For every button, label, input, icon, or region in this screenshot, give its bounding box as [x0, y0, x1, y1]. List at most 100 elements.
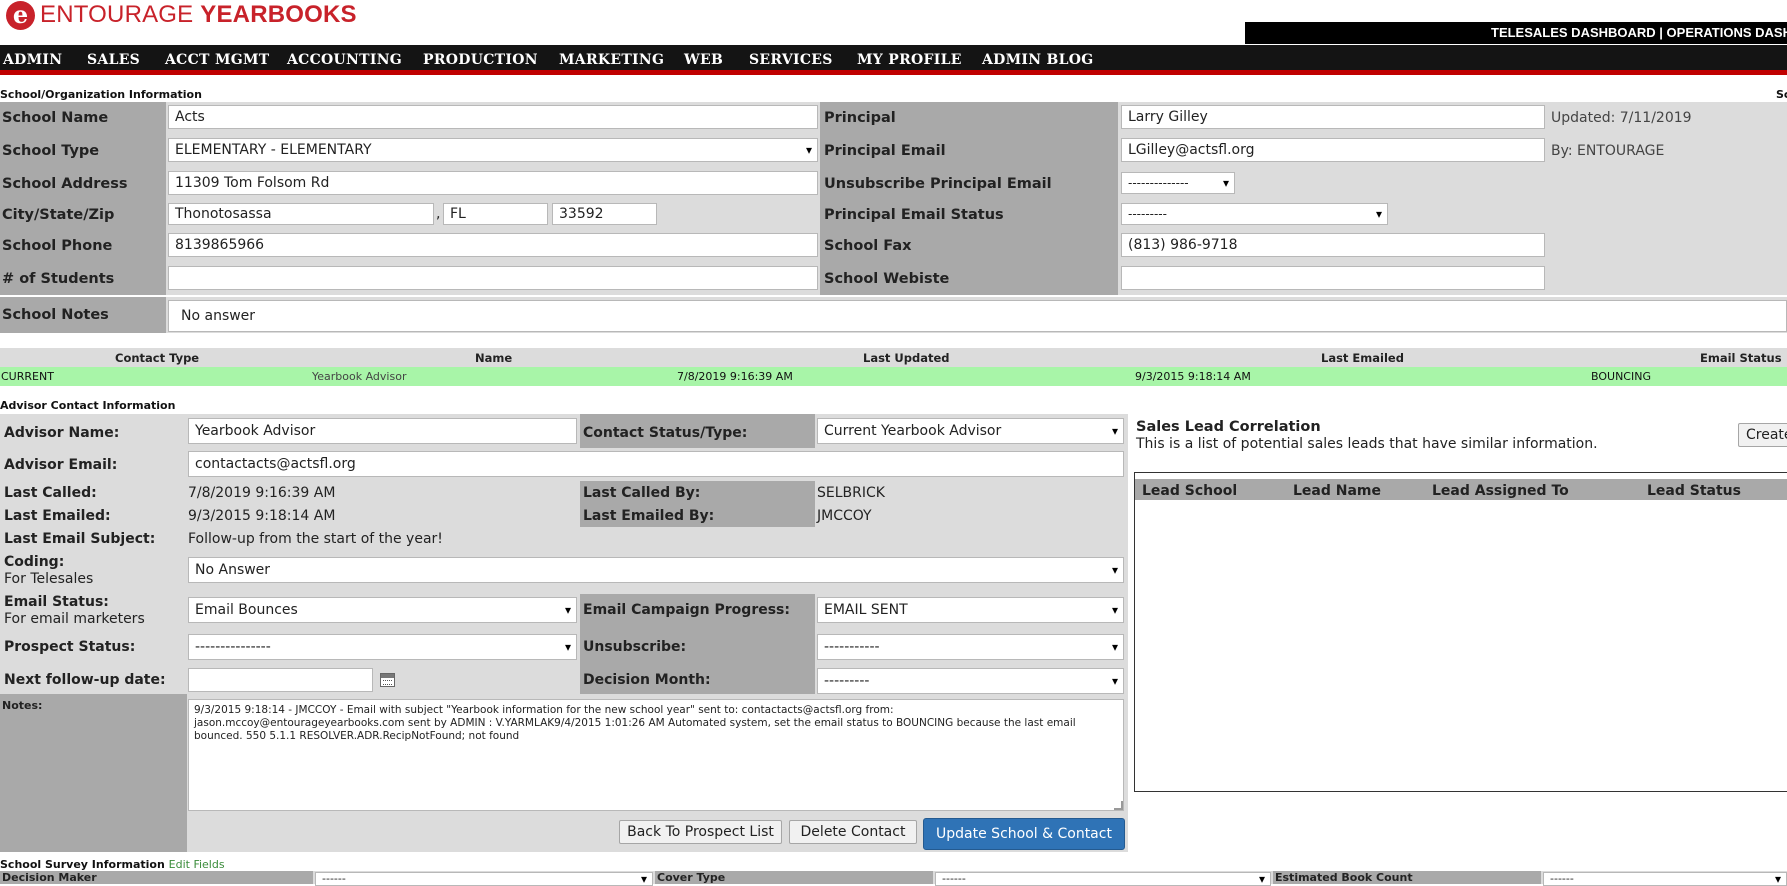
last-emailed-value: 9/3/2015 9:18:14 AM — [188, 508, 336, 524]
top-right-link[interactable]: Lo — [1697, 0, 1709, 3]
unsubscribe-select[interactable]: ----------- — [817, 634, 1124, 660]
principal-email-label: Principal Email — [824, 143, 946, 159]
nav-sales[interactable]: SALES — [87, 45, 140, 75]
prospect-status-label: Prospect Status: — [4, 639, 136, 655]
school-notes-input[interactable]: No answer — [168, 300, 1787, 332]
last-emailed-label: Last Emailed: — [4, 508, 111, 524]
col-lead-name: Lead Name — [1293, 483, 1382, 499]
school-fax-input[interactable]: (813) 986-9718 — [1121, 233, 1545, 257]
contact-status-select[interactable]: Current Yearbook Advisor — [817, 418, 1124, 444]
state-input[interactable]: FL — [443, 203, 548, 225]
advisor-section-title: Advisor Contact Information — [0, 399, 176, 412]
unsubscribe-principal-select[interactable]: -------------- — [1121, 172, 1235, 194]
last-emailed-by-value: JMCCOY — [817, 508, 872, 524]
last-email-subject-value: Follow-up from the start of the year! — [188, 531, 443, 547]
campaign-progress-select[interactable]: EMAIL SENT — [817, 597, 1124, 623]
nav-acct-mgmt[interactable]: ACCT MGMT — [165, 45, 270, 75]
nav-services[interactable]: SERVICES — [749, 45, 833, 75]
last-emailed-by-label: Last Emailed By: — [583, 508, 715, 524]
update-school-contact-button[interactable]: Update School & Contact — [923, 818, 1125, 850]
advisor-name-label: Advisor Name: — [4, 425, 120, 441]
resize-handle-icon[interactable] — [1114, 801, 1123, 810]
sales-lead-title: Sales Lead Correlation — [1136, 419, 1321, 435]
survey-section-title: School Survey Information Edit Fields — [0, 858, 225, 872]
notes-line-3: bounced. 550 5.1.1 RESOLVER.ADR.RecipNot… — [194, 730, 520, 742]
principal-email-status-select[interactable]: --------- — [1121, 203, 1388, 225]
principal-input[interactable]: Larry Gilley — [1121, 105, 1545, 129]
last-called-label: Last Called: — [4, 485, 97, 501]
logo-icon[interactable]: e — [6, 1, 35, 30]
sales-lead-table: Lead School Lead Name Lead Assigned To L… — [1134, 472, 1787, 792]
coding-label: Coding: — [4, 554, 65, 570]
last-called-value: 7/8/2019 9:16:39 AM — [188, 485, 336, 501]
notes-textarea[interactable]: 9/3/2015 9:18:14 - JMCCOY - Email with s… — [188, 699, 1124, 811]
estimated-book-count-label: Estimated Book Count — [1275, 871, 1413, 884]
col-lead-school: Lead School — [1142, 483, 1238, 499]
school-website-input[interactable] — [1121, 266, 1545, 290]
survey-title-text: School Survey Information — [0, 858, 165, 871]
nav-my-profile[interactable]: MY PROFILE — [857, 45, 962, 75]
principal-labels-panel — [820, 102, 1118, 295]
row-email-status: BOUNCING — [1591, 370, 1651, 383]
decision-month-select[interactable]: --------- — [817, 668, 1124, 694]
principal-email-status-label: Principal Email Status — [824, 207, 1004, 223]
last-called-by-label: Last Called By: — [583, 485, 701, 501]
row-last-updated: 7/8/2019 9:16:39 AM — [677, 370, 793, 383]
principal-label: Principal — [824, 110, 896, 126]
nav-web[interactable]: WEB — [684, 45, 723, 75]
nav-admin-blog[interactable]: ADMIN BLOG — [982, 45, 1094, 75]
table-row[interactable]: CURRENT Yearbook Advisor 7/8/2019 9:16:3… — [0, 367, 1787, 386]
calendar-icon[interactable] — [380, 673, 395, 687]
main-nav: ADMIN SALES ACCT MGMT ACCOUNTING PRODUCT… — [0, 45, 1787, 75]
edit-fields-link[interactable]: Edit Fields — [169, 858, 225, 871]
city-input[interactable]: Thonotosassa — [168, 203, 434, 225]
row-name: Yearbook Advisor — [312, 370, 407, 383]
logo-wordmark[interactable]: ENTOURAGE YEARBOOKS — [40, 0, 357, 30]
city-state-zip-label: City/State/Zip — [2, 207, 115, 223]
nav-marketing[interactable]: MARKETING — [559, 45, 664, 75]
email-status-select[interactable]: Email Bounces — [188, 597, 577, 623]
city-state-separator: , — [436, 206, 441, 222]
school-section-title: School/Organization Information — [0, 88, 202, 101]
coding-select[interactable]: No Answer — [188, 557, 1124, 583]
notes-line-1: 9/3/2015 9:18:14 - JMCCOY - Email with s… — [194, 704, 894, 716]
prospect-status-select[interactable]: --------------- — [188, 634, 577, 660]
delete-contact-button[interactable]: Delete Contact — [789, 820, 917, 844]
col-email-status: Email Status — [1700, 351, 1782, 365]
school-address-input[interactable]: 11309 Tom Folsom Rd — [168, 171, 818, 195]
notes-label: Notes: — [2, 699, 43, 712]
students-input[interactable] — [168, 266, 818, 290]
logo-name-a: ENTOURAGE — [40, 1, 194, 28]
create-lead-button[interactable]: Create — [1738, 423, 1787, 447]
unsubscribe-label: Unsubscribe: — [583, 639, 687, 655]
email-status-sub-label: For email marketers — [4, 611, 145, 627]
contact-status-label: Contact Status/Type: — [583, 425, 748, 441]
nav-accounting[interactable]: ACCOUNTING — [287, 45, 402, 75]
back-to-prospect-list-button[interactable]: Back To Prospect List — [619, 820, 782, 844]
next-followup-label: Next follow-up date: — [4, 672, 166, 688]
principal-email-input[interactable]: LGilley@actsfl.org — [1121, 138, 1545, 162]
school-website-label: School Webiste — [824, 271, 950, 287]
coding-sub-label: For Telesales — [4, 571, 94, 587]
school-type-select[interactable]: ELEMENTARY - ELEMENTARY — [168, 138, 818, 162]
row-last-emailed: 9/3/2015 9:18:14 AM — [1135, 370, 1251, 383]
col-lead-status: Lead Status — [1647, 483, 1741, 499]
school-address-label: School Address — [2, 176, 128, 192]
next-followup-input[interactable] — [188, 668, 373, 692]
school-phone-input[interactable]: 8139865966 — [168, 233, 818, 257]
advisor-name-input[interactable]: Yearbook Advisor — [188, 418, 577, 444]
notes-label-cell — [0, 694, 187, 852]
school-name-input[interactable]: Acts — [168, 105, 818, 129]
school-name-label: School Name — [2, 110, 109, 126]
advisor-email-input[interactable]: contactacts@actsfl.org — [188, 451, 1124, 477]
col-name: Name — [475, 351, 513, 365]
students-label: # of Students — [2, 271, 115, 287]
zip-input[interactable]: 33592 — [552, 203, 657, 225]
nav-production[interactable]: PRODUCTION — [423, 45, 538, 75]
nav-admin[interactable]: ADMIN — [3, 45, 62, 75]
email-status-label: Email Status: — [4, 594, 109, 610]
sales-lead-subtitle: This is a list of potential sales leads … — [1136, 436, 1598, 452]
col-last-updated: Last Updated — [863, 351, 950, 365]
school-fax-label: School Fax — [824, 238, 912, 254]
dashboard-links[interactable]: TELESALES DASHBOARD | OPERATIONS DASHBOA… — [1245, 22, 1787, 44]
